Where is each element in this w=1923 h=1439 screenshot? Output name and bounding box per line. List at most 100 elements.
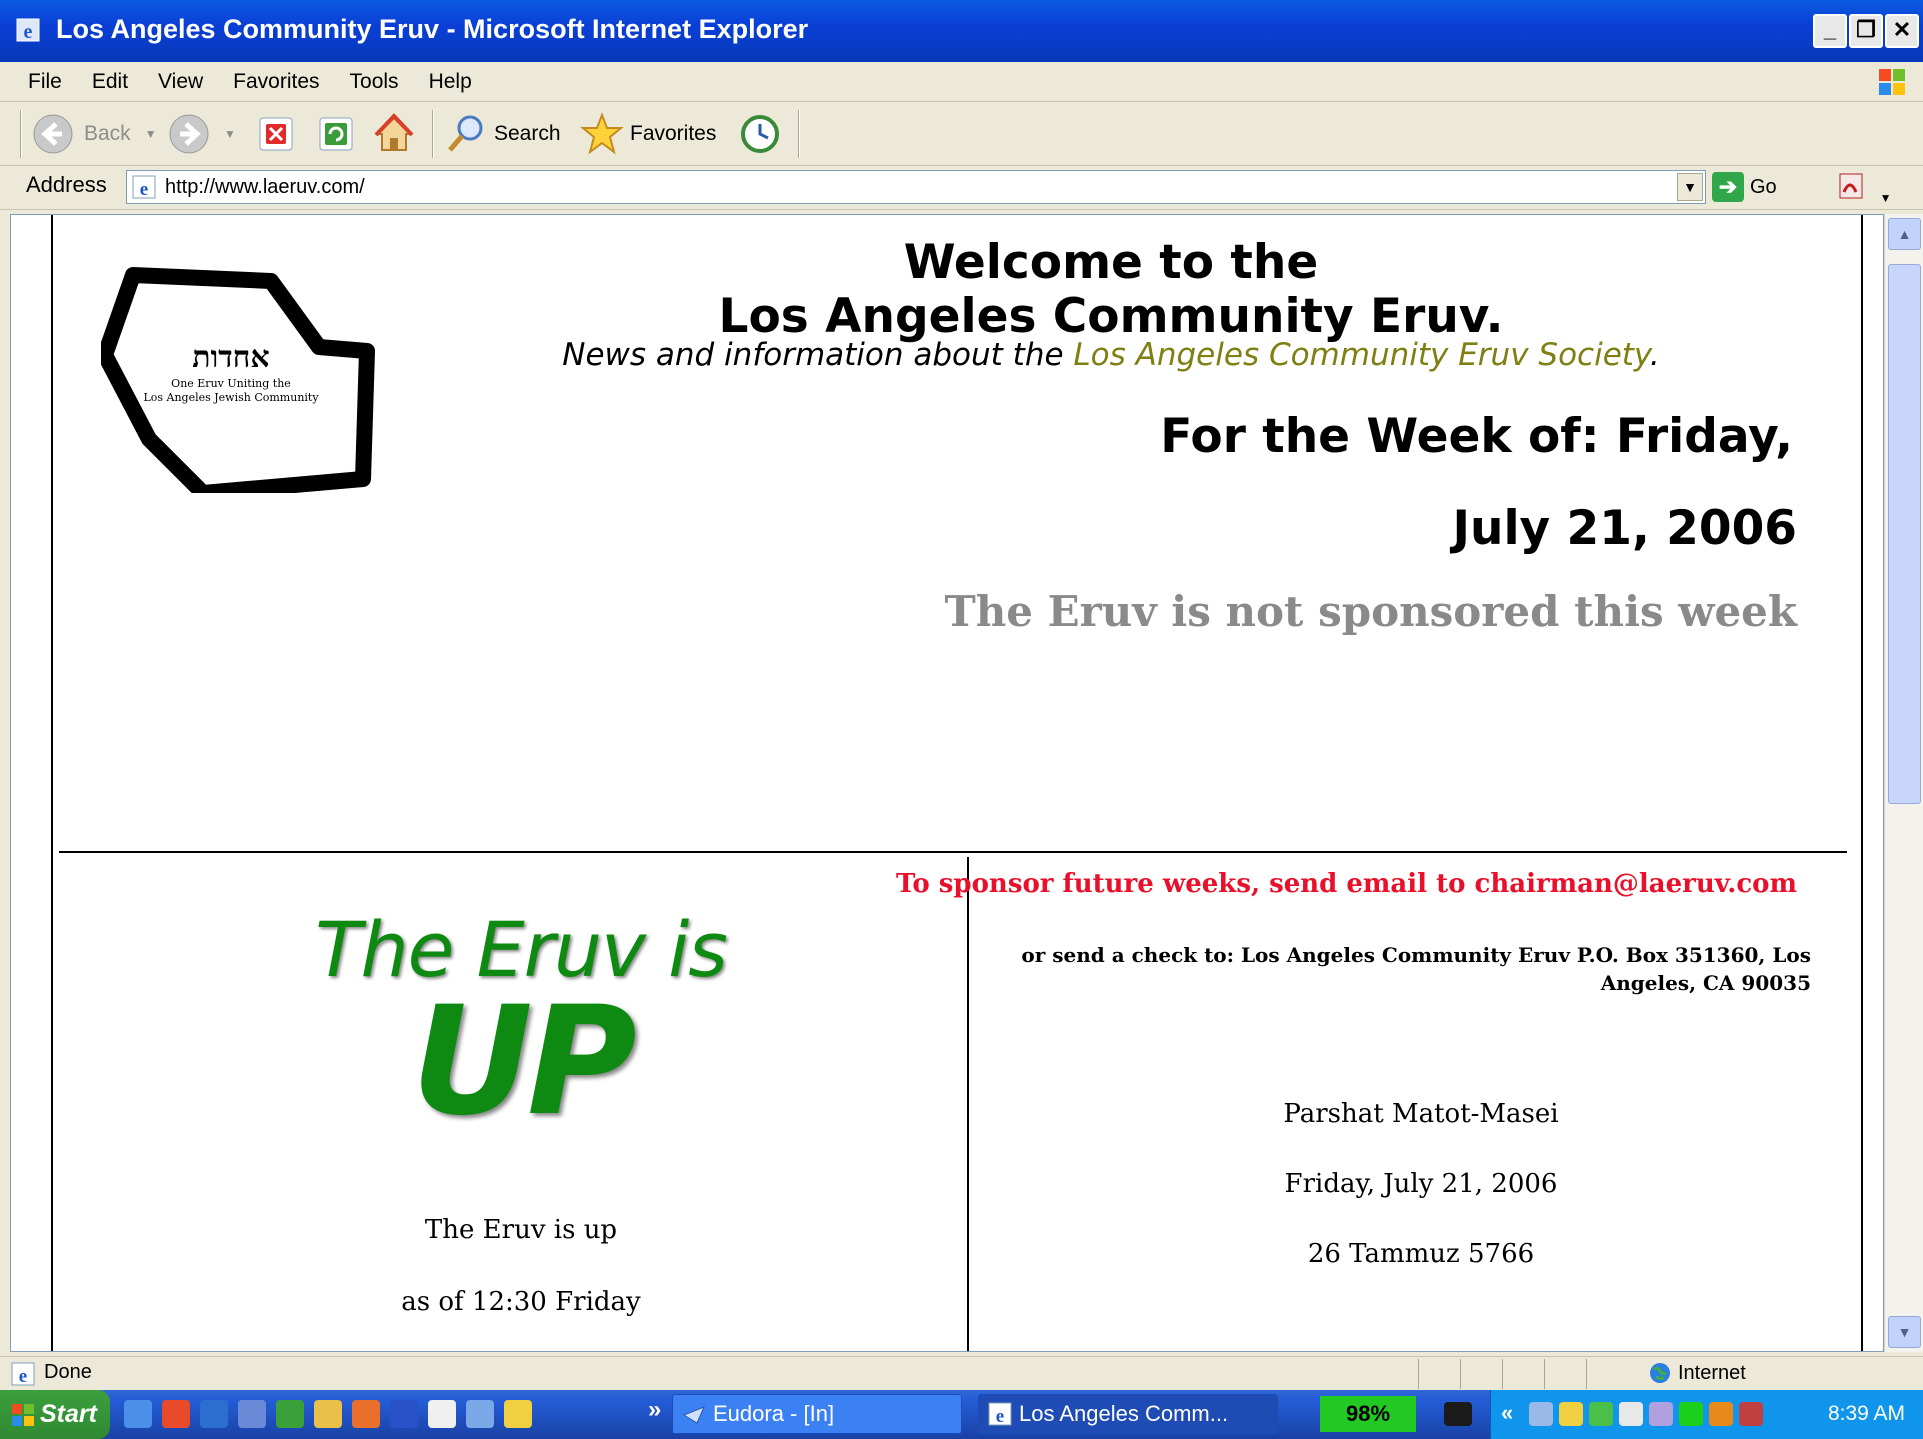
- favorites-button[interactable]: Favorites: [580, 112, 716, 156]
- forward-button[interactable]: ▼: [168, 112, 236, 156]
- update-tray-icon[interactable]: [1619, 1402, 1643, 1426]
- menu-view[interactable]: View: [158, 70, 203, 94]
- mail-quicklaunch-icon[interactable]: [314, 1400, 342, 1428]
- address-label: Address: [26, 172, 107, 197]
- scroll-up-button[interactable]: ▲: [1888, 218, 1921, 250]
- welcome-heading-line2: Los Angeles Community Eruv.: [718, 289, 1504, 344]
- forward-dropdown-icon[interactable]: ▼: [224, 127, 236, 141]
- horizontal-divider: [59, 851, 1847, 853]
- ie-page-icon: e: [11, 1362, 35, 1387]
- status-panel: [1418, 1359, 1460, 1389]
- svg-text:One Eruv Uniting the: One Eruv Uniting the: [171, 377, 291, 390]
- security-zone: Internet: [1648, 1361, 1746, 1385]
- scroll-thumb[interactable]: [1888, 264, 1921, 804]
- toolbar-separator-2: [798, 110, 800, 158]
- meter-tray-icon[interactable]: [1679, 1402, 1703, 1426]
- links-extension-icon[interactable]: ▼: [1838, 172, 1891, 208]
- welcome-heading-line1: Welcome to the: [903, 235, 1319, 290]
- messenger-tray-icon[interactable]: [1559, 1402, 1583, 1426]
- taskbar-button-eudora[interactable]: Eudora - [In]: [672, 1394, 962, 1434]
- antivirus-tray-icon[interactable]: [1739, 1402, 1763, 1426]
- svg-text:e: e: [24, 21, 33, 43]
- globe-icon: [1650, 1363, 1670, 1383]
- refresh-icon: [319, 117, 353, 151]
- eruv-society-link[interactable]: Los Angeles Community Eruv Society: [1073, 337, 1649, 373]
- clock[interactable]: 8:39 AM: [1828, 1402, 1905, 1426]
- favorites-label: Favorites: [630, 122, 717, 145]
- svg-text:Los Angeles Jewish Community: Los Angeles Jewish Community: [143, 391, 319, 404]
- acrobat-icon: [1839, 173, 1863, 199]
- eruv-status-value: UP: [411, 975, 637, 1149]
- search-button[interactable]: Search: [444, 112, 561, 156]
- quick-launch: [124, 1400, 532, 1428]
- start-label: Start: [40, 1400, 97, 1428]
- history-button[interactable]: [738, 112, 782, 156]
- windows-flag-icon: [1879, 69, 1905, 95]
- svg-text:e: e: [140, 179, 148, 200]
- week-heading-line2: July 21, 2006: [1452, 501, 1798, 556]
- extension-dropdown-icon[interactable]: ▼: [1880, 191, 1892, 205]
- maximize-button[interactable]: ❐: [1849, 14, 1883, 48]
- sponsor-email-note[interactable]: To sponsor future weeks, send email to c…: [896, 869, 1797, 899]
- network-tray-icon[interactable]: [1529, 1402, 1553, 1426]
- menu-edit[interactable]: Edit: [92, 70, 128, 94]
- back-button[interactable]: Back ▼: [32, 112, 157, 156]
- page-viewport[interactable]: אחדות One Eruv Uniting the Los Angeles J…: [10, 214, 1884, 1352]
- messenger-quicklaunch-icon[interactable]: [504, 1400, 532, 1428]
- minimize-button[interactable]: _: [1813, 14, 1847, 48]
- word-quicklaunch-icon[interactable]: [390, 1400, 418, 1428]
- address-input[interactable]: e http://www.laeruv.com/ ▼: [126, 170, 1706, 204]
- address-bar: Address e http://www.laeruv.com/ ▼ ➔ Go …: [0, 166, 1923, 210]
- menu-file[interactable]: File: [28, 70, 62, 94]
- menu-favorites[interactable]: Favorites: [233, 70, 319, 94]
- tray-expand-icon[interactable]: «: [1501, 1400, 1513, 1426]
- start-button[interactable]: Start: [0, 1390, 110, 1439]
- menu-tools[interactable]: Tools: [350, 70, 399, 94]
- home-button[interactable]: [372, 112, 416, 156]
- address-dropdown-icon[interactable]: ▼: [1677, 173, 1703, 201]
- media-tray-icon[interactable]: [1709, 1402, 1733, 1426]
- chart-quicklaunch-icon[interactable]: [466, 1400, 494, 1428]
- vertical-scrollbar[interactable]: ▲ ▼: [1884, 214, 1923, 1352]
- close-button[interactable]: ✕: [1885, 14, 1919, 48]
- week-heading-line1: For the Week of: Friday,: [1160, 409, 1793, 464]
- app-tray-icon[interactable]: [1649, 1402, 1673, 1426]
- toolbar-separator: [432, 110, 434, 158]
- scroll-down-button[interactable]: ▼: [1888, 1316, 1921, 1348]
- refresh-button[interactable]: [316, 112, 356, 156]
- back-dropdown-icon[interactable]: ▼: [145, 127, 157, 141]
- battery-meter[interactable]: 98%: [1320, 1396, 1416, 1432]
- stop-button[interactable]: [256, 112, 296, 156]
- taskbar-button-ie[interactable]: e Los Angeles Comm...: [978, 1394, 1278, 1434]
- address-url: http://www.laeruv.com/: [165, 175, 365, 198]
- toolbar-grip: [20, 110, 22, 158]
- status-panel: [1544, 1359, 1586, 1389]
- quicklaunch-more-icon[interactable]: »: [648, 1396, 661, 1424]
- status-text: Done: [44, 1361, 92, 1383]
- firefox-quicklaunch-icon[interactable]: [352, 1400, 380, 1428]
- zone-label: Internet: [1678, 1361, 1746, 1384]
- security-tray-icon[interactable]: [1589, 1402, 1613, 1426]
- calendar-quicklaunch-icon[interactable]: [428, 1400, 456, 1428]
- window-title: Los Angeles Community Eruv - Microsoft I…: [56, 14, 809, 44]
- svg-text:אחדות: אחדות: [192, 340, 269, 375]
- search-label: Search: [494, 122, 561, 145]
- filezilla-quicklaunch-icon[interactable]: [162, 1400, 190, 1428]
- network-quicklaunch-icon[interactable]: [238, 1400, 266, 1428]
- subtitle-suffix: .: [1649, 337, 1660, 373]
- ie-page-icon: e: [16, 18, 40, 43]
- menu-help[interactable]: Help: [429, 70, 472, 94]
- go-button[interactable]: ➔ Go: [1712, 172, 1777, 202]
- browser-quicklaunch-icon[interactable]: [200, 1400, 228, 1428]
- status-panel: [1586, 1359, 1628, 1389]
- back-arrow-icon: [33, 114, 73, 154]
- eruv-logo: אחדות One Eruv Uniting the Los Angeles J…: [101, 267, 375, 493]
- ie-page-icon: e: [988, 1402, 1012, 1427]
- favorites-star-icon: [580, 112, 624, 155]
- svg-text:e: e: [19, 1366, 27, 1387]
- tree-quicklaunch-icon[interactable]: [276, 1400, 304, 1428]
- power-plug-icon[interactable]: [1444, 1402, 1472, 1426]
- go-arrow-icon: ➔: [1712, 172, 1744, 202]
- ie-quicklaunch-icon[interactable]: [124, 1400, 152, 1428]
- taskbar: Start » Eudora - [In] e Los Angeles Comm…: [0, 1390, 1923, 1439]
